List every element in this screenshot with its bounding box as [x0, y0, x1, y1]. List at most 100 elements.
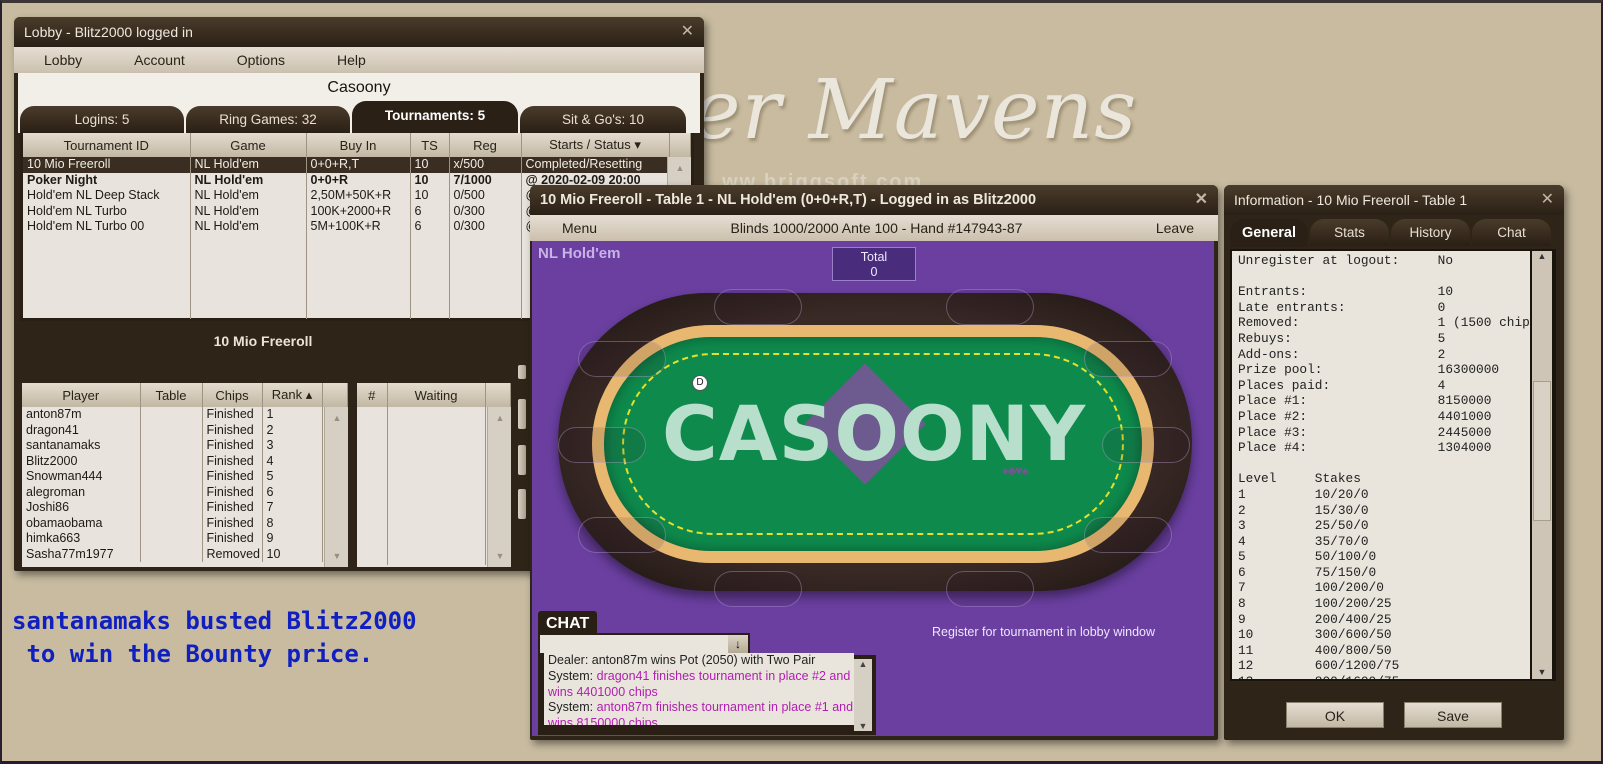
seat-9[interactable]	[558, 427, 646, 463]
seat-7[interactable]	[714, 571, 802, 607]
menu-options[interactable]: Options	[237, 52, 285, 68]
menu-account[interactable]: Account	[134, 52, 185, 68]
col-starts-status[interactable]: Starts / Status ▾	[521, 133, 670, 157]
menu-help[interactable]: Help	[337, 52, 366, 68]
player-cell: 3	[262, 438, 323, 454]
tab-stats[interactable]: Stats	[1310, 219, 1389, 246]
player-row[interactable]: himka663 Finished 9	[22, 531, 348, 547]
menu-lobby[interactable]: Lobby	[44, 52, 82, 68]
scroll-up-icon[interactable]: ▲	[854, 659, 872, 669]
player-cell	[140, 500, 203, 516]
col-spacer	[322, 383, 348, 407]
tournament-row[interactable]: 10 Mio Freeroll NL Hold'em 0+0+R,T 10 x/500 C…	[23, 157, 691, 173]
tab-tournaments[interactable]: Tournaments: 5	[352, 101, 518, 133]
seat-3[interactable]	[1084, 341, 1172, 377]
scroll-up-icon[interactable]: ▲	[1532, 251, 1552, 261]
info-scrollbar[interactable]: ▲ ▼	[1532, 251, 1552, 679]
scroll-thumb[interactable]	[1533, 381, 1551, 521]
seat-10[interactable]	[578, 341, 666, 377]
scroll-up-icon[interactable]: ▲	[327, 409, 347, 427]
side-button[interactable]	[518, 365, 526, 379]
seat-1[interactable]	[714, 289, 802, 325]
lobby-titlebar[interactable]: Lobby - Blitz2000 logged in ✕	[14, 17, 704, 47]
scroll-down-icon[interactable]: ▼	[854, 721, 872, 731]
close-icon[interactable]: ✕	[681, 17, 694, 47]
leave-button[interactable]: Leave	[1156, 220, 1194, 236]
player-row[interactable]: Sasha77m1977 Removed 10	[22, 546, 348, 562]
waiting-scrollbar[interactable]: ▲ ▼	[487, 407, 511, 567]
info-titlebar[interactable]: Information - 10 Mio Freeroll - Table 1 …	[1224, 185, 1564, 215]
col-waiting[interactable]: Waiting	[387, 383, 486, 407]
seat-6[interactable]	[946, 571, 1034, 607]
col-reg[interactable]: Reg	[449, 133, 522, 157]
scroll-down-icon[interactable]: ▼	[1532, 667, 1552, 677]
tab-sit-and-gos[interactable]: Sit & Go's: 10	[520, 106, 686, 133]
seat-4[interactable]	[1102, 427, 1190, 463]
table-titlebar[interactable]: 10 Mio Freeroll - Table 1 - NL Hold'em (…	[530, 185, 1218, 215]
player-row[interactable]: obamaobama Finished 8	[22, 515, 348, 531]
player-row[interactable]: anton87m Finished 1	[22, 407, 348, 423]
pot-total: Total 0	[832, 247, 916, 281]
tournament-cell: Completed/Resetting	[521, 157, 670, 173]
col-spacer	[485, 383, 511, 407]
chat-scrollbar[interactable]: ▲ ▼	[854, 659, 872, 731]
col-ts[interactable]: TS	[410, 133, 450, 157]
player-scrollbar[interactable]: ▲ ▼	[324, 407, 348, 567]
close-icon[interactable]: ✕	[1195, 185, 1208, 215]
side-button[interactable]	[518, 445, 526, 475]
tournament-cell: NL Hold'em	[190, 172, 307, 188]
player-row[interactable]: alegroman Finished 6	[22, 484, 348, 500]
player-cell: anton87m	[22, 407, 141, 423]
tournament-cell: NL Hold'em	[190, 157, 307, 173]
arrow-down-icon[interactable]: ↓	[728, 635, 748, 653]
level-row: 2 15/30/0	[1238, 502, 1369, 518]
scroll-down-icon[interactable]: ▼	[327, 547, 347, 565]
player-cell: 1	[262, 407, 323, 423]
seat-2[interactable]	[946, 289, 1034, 325]
seat-8[interactable]	[578, 517, 666, 553]
side-button[interactable]	[518, 489, 526, 519]
info-line: Place #4: 1304000	[1238, 440, 1492, 456]
seat-5[interactable]	[1084, 517, 1172, 553]
col-game[interactable]: Game	[190, 133, 307, 157]
scroll-down-icon[interactable]: ▼	[490, 547, 510, 565]
level-row: 4 35/70/0	[1238, 533, 1369, 549]
tournament-cell: 6	[410, 219, 450, 235]
tournament-info-text: Unregister at logout: No Entrants: 10 Lat…	[1232, 251, 1530, 679]
tab-history[interactable]: History	[1391, 219, 1470, 246]
tournament-cell: NL Hold'em	[190, 219, 307, 235]
player-row[interactable]: santanamaks Finished 3	[22, 438, 348, 454]
tab-chat[interactable]: Chat	[1472, 219, 1551, 246]
tournament-cell: Hold'em NL Turbo 00	[23, 219, 191, 235]
side-button[interactable]	[518, 399, 526, 429]
save-button[interactable]: Save	[1404, 702, 1502, 728]
col-chips[interactable]: Chips	[202, 383, 263, 407]
table-menu-button[interactable]: Menu	[562, 220, 597, 236]
player-row[interactable]: Blitz2000 Finished 4	[22, 453, 348, 469]
col-player[interactable]: Player	[22, 383, 141, 407]
chat-tab[interactable]: CHAT	[538, 611, 598, 635]
tab-general[interactable]: General	[1230, 219, 1308, 247]
player-cell: alegroman	[22, 484, 141, 500]
level-row: 13 800/1600/75	[1238, 674, 1524, 679]
chat-line: Dealer: anton87m wins Pot (2050) with Tw…	[548, 653, 854, 669]
chat-input[interactable]	[540, 635, 728, 653]
waiting-list: # Waiting ▲ ▼	[357, 383, 511, 567]
player-row[interactable]: Joshi86 Finished 7	[22, 500, 348, 516]
col-rank[interactable]: Rank ▴	[262, 383, 323, 407]
player-row[interactable]: dragon41 Finished 2	[22, 422, 348, 438]
player-row[interactable]: Snowman444 Finished 5	[22, 469, 348, 485]
col-tournament-id[interactable]: Tournament ID	[23, 133, 191, 157]
scroll-up-icon[interactable]: ▲	[670, 159, 690, 177]
close-icon[interactable]: ✕	[1541, 185, 1554, 215]
player-cell: Finished	[202, 500, 263, 516]
site-brand: Casoony	[18, 73, 700, 103]
tournament-cell: 0+0+R,T	[306, 157, 411, 173]
scroll-up-icon[interactable]: ▲	[490, 409, 510, 427]
col-buy-in[interactable]: Buy In	[306, 133, 411, 157]
col-table[interactable]: Table	[140, 383, 203, 407]
tab-ring-games[interactable]: Ring Games: 32	[186, 106, 350, 133]
ok-button[interactable]: OK	[1286, 702, 1384, 728]
col-number[interactable]: #	[357, 383, 388, 407]
tab-logins[interactable]: Logins: 5	[20, 106, 184, 133]
